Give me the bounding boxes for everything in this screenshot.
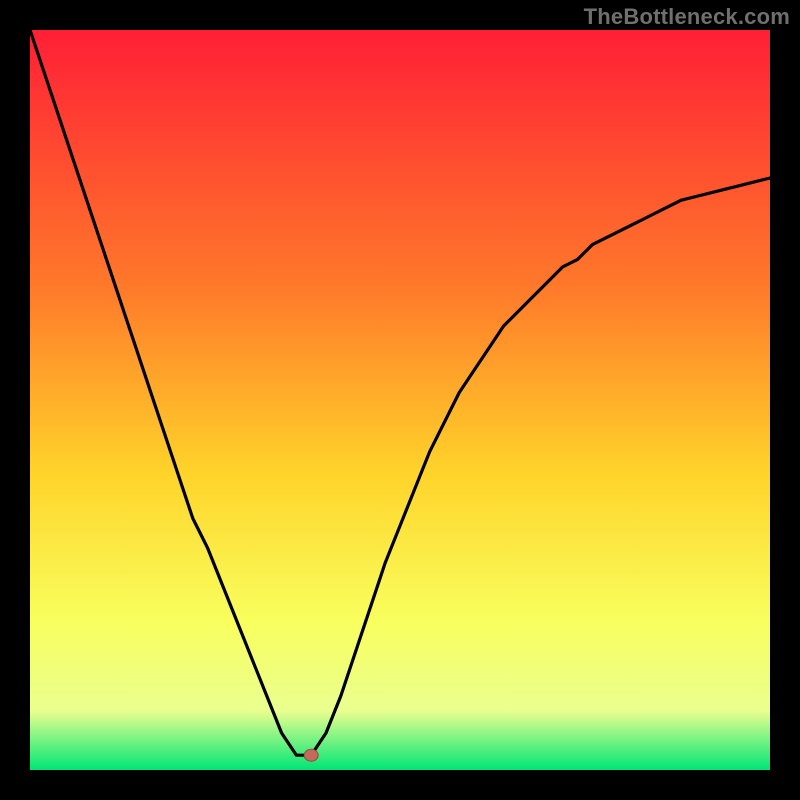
bottleneck-chart (30, 30, 770, 770)
chart-background-gradient (30, 30, 770, 770)
optimum-marker (304, 749, 318, 761)
watermark-text: TheBottleneck.com (584, 4, 790, 30)
